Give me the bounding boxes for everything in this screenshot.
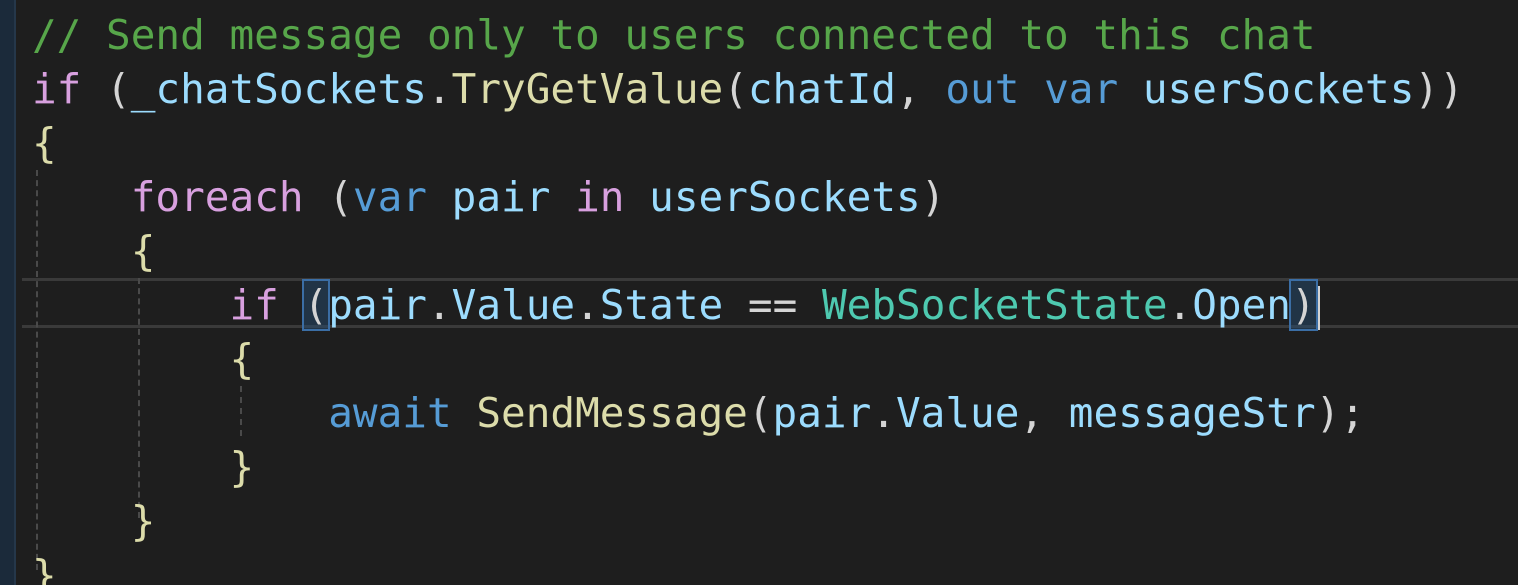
code-line[interactable]: await SendMessage(pair.Value, messageStr… (32, 386, 1464, 440)
code-token: . (871, 389, 896, 437)
code-token: in (575, 173, 625, 221)
code-token: ( (81, 65, 131, 113)
code-token: . (1167, 281, 1193, 329)
code-token: } (130, 497, 156, 545)
code-line[interactable]: if (_chatSockets.TryGetValue(chatId, out… (32, 62, 1464, 116)
code-token: Value (895, 389, 1020, 437)
code-token: pair (772, 389, 872, 437)
code-token: await (328, 389, 452, 437)
code-token: foreach (130, 173, 304, 221)
code-token: userSockets (1142, 65, 1415, 113)
code-token: } (32, 551, 57, 585)
code-token: if (229, 281, 279, 329)
code-token: ( (723, 65, 748, 113)
code-token: ( (747, 389, 773, 437)
code-token: { (32, 119, 57, 167)
code-token: _chatSockets (130, 65, 427, 113)
code-token: userSockets (649, 173, 921, 221)
code-token: == (723, 281, 822, 329)
gutter-border (14, 0, 16, 585)
code-line[interactable]: } (32, 494, 1464, 548)
code-token: SendMessage (476, 389, 748, 437)
code-token: ( (301, 279, 331, 331)
code-line[interactable]: { (32, 332, 1464, 386)
code-token: var (352, 173, 427, 221)
code-token: } (229, 443, 255, 491)
code-token: Value (451, 281, 576, 329)
code-token: )) (1414, 65, 1464, 113)
code-token: { (229, 335, 255, 383)
code-line[interactable]: foreach (var pair in userSockets) (32, 170, 1464, 224)
code-token: ) (920, 173, 946, 221)
code-token: pair (328, 281, 427, 329)
editor-gutter (0, 0, 14, 585)
code-token: , (895, 65, 946, 113)
code-token: TryGetValue (451, 65, 724, 113)
code-token: . (426, 281, 452, 329)
code-token: . (426, 65, 452, 113)
code-line[interactable]: // Send message only to users connected … (32, 8, 1464, 62)
text-cursor (1316, 286, 1320, 330)
code-comment: // Send message only to users connected … (32, 11, 1316, 59)
code-token: WebSocketState (821, 281, 1168, 329)
code-editor[interactable]: // Send message only to users connected … (0, 0, 1518, 585)
code-token: Open (1192, 281, 1291, 329)
code-token: out (945, 65, 1020, 113)
code-token: State (599, 281, 724, 329)
code-line[interactable]: { (32, 116, 1464, 170)
code-token: chatId (747, 65, 896, 113)
code-line[interactable]: } (32, 548, 1464, 585)
code-token: . (575, 281, 600, 329)
code-token: , (1019, 389, 1069, 437)
code-token: ) (1288, 279, 1318, 331)
code-area[interactable]: // Send message only to users connected … (32, 8, 1464, 585)
code-token: var (1044, 65, 1119, 113)
code-token: if (32, 65, 82, 113)
code-token: ( (303, 173, 353, 221)
code-line[interactable]: { (32, 224, 1464, 278)
code-token: { (130, 227, 156, 275)
code-token: pair (451, 173, 551, 221)
code-line[interactable]: } (32, 440, 1464, 494)
code-token: messageStr (1068, 389, 1316, 437)
code-line[interactable]: if (pair.Value.State == WebSocketState.O… (32, 278, 1464, 332)
code-token: ); (1315, 389, 1365, 437)
